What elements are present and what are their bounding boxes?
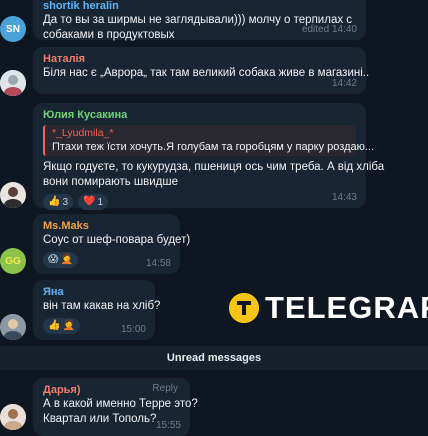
message-text-line: Соус от шеф-повара будет) bbox=[43, 234, 191, 246]
sender-name: Юлия Кусакина bbox=[43, 109, 128, 121]
avatar[interactable] bbox=[0, 314, 26, 340]
sender-name: shortik heralin bbox=[43, 0, 119, 12]
sender-name: Наталія bbox=[43, 53, 86, 65]
message-text-line: А в какой именно Терре это? bbox=[43, 398, 198, 410]
reaction-thumbs-up[interactable]: 👍 🤦 bbox=[43, 318, 80, 334]
timestamp: 15:55 bbox=[155, 420, 181, 431]
message-text-line: він там какав на хліб? bbox=[43, 300, 161, 312]
photo-avatar-icon bbox=[0, 182, 26, 208]
scream-icon: 😱 bbox=[48, 254, 59, 265]
telegraf-logo-icon bbox=[229, 293, 259, 323]
unread-label: Unread messages bbox=[166, 352, 262, 364]
facepalm-icon: 🤦 bbox=[62, 320, 75, 331]
reaction-scream[interactable]: 😱 🤦 bbox=[43, 252, 78, 268]
timestamp: 14:42 bbox=[331, 78, 357, 89]
thumbs-up-icon: 👍 bbox=[48, 320, 61, 331]
message-bubble[interactable]: Reply Дарья) А в какой именно Терре это?… bbox=[33, 378, 198, 436]
message-bubble[interactable]: Ms.Maks Соус от шеф-повара будет) 😱 🤦 14… bbox=[33, 214, 191, 274]
sender-name: Яна bbox=[43, 286, 64, 298]
message-text-line: Якщо годуєте, то кукурудза, пшениця ось … bbox=[43, 161, 385, 173]
reaction-count: 1 bbox=[97, 196, 104, 208]
telegraf-watermark: TELEGRAF bbox=[229, 290, 428, 325]
reactions: 👍 3 ❤️ 1 bbox=[43, 194, 356, 210]
heart-icon: ❤️ bbox=[83, 196, 96, 207]
reaction-thumbs-up[interactable]: 👍 3 bbox=[43, 194, 74, 210]
timestamp: 14:58 bbox=[145, 258, 171, 269]
facepalm-icon: 🤦 bbox=[60, 254, 73, 265]
reply-button[interactable]: Reply bbox=[152, 383, 178, 394]
avatar[interactable]: SN bbox=[0, 16, 26, 42]
avatar[interactable] bbox=[0, 182, 26, 208]
message-bubble[interactable]: Яна він там какав на хліб? 👍 🤦 15:00 bbox=[33, 280, 161, 340]
quote-author: *_Lyudmila_* bbox=[52, 127, 114, 139]
timestamp: 15:00 bbox=[120, 324, 146, 335]
avatar[interactable]: GG bbox=[0, 248, 26, 274]
avatar[interactable] bbox=[0, 404, 26, 430]
timestamp: 14:43 bbox=[331, 192, 357, 203]
quoted-reply[interactable]: *_Lyudmila_* Птахи теж їсти хочуть.Я гол… bbox=[43, 125, 375, 156]
sender-name: Ms.Maks bbox=[43, 220, 89, 232]
reaction-count: 3 bbox=[62, 196, 69, 208]
reaction-heart[interactable]: ❤️ 1 bbox=[78, 194, 109, 210]
timestamp: edited 14:40 bbox=[301, 24, 357, 35]
message-bubble[interactable]: Юлия Кусакина *_Lyudmila_* Птахи теж їст… bbox=[33, 103, 385, 210]
avatar[interactable] bbox=[0, 70, 26, 96]
watermark-text: TELEGRAF bbox=[265, 290, 428, 325]
message-text-line: Біля нас є „Аврора„ так там великий соба… bbox=[43, 67, 370, 79]
message-text-line: вони помирають швидше bbox=[43, 176, 179, 188]
photo-avatar-icon bbox=[0, 404, 26, 430]
thumbs-up-icon: 👍 bbox=[48, 196, 61, 207]
message-bubble[interactable]: shortik heralin Да то вы за ширмы не заг… bbox=[33, 0, 366, 41]
photo-avatar-icon bbox=[0, 314, 26, 340]
unread-messages-divider: Unread messages bbox=[0, 346, 428, 370]
message-bubble[interactable]: Наталія Біля нас є „Аврора„ так там вели… bbox=[33, 47, 370, 94]
photo-avatar-icon bbox=[0, 70, 26, 96]
quote-text: Птахи теж їсти хочуть.Я голубам та гороб… bbox=[52, 141, 375, 153]
